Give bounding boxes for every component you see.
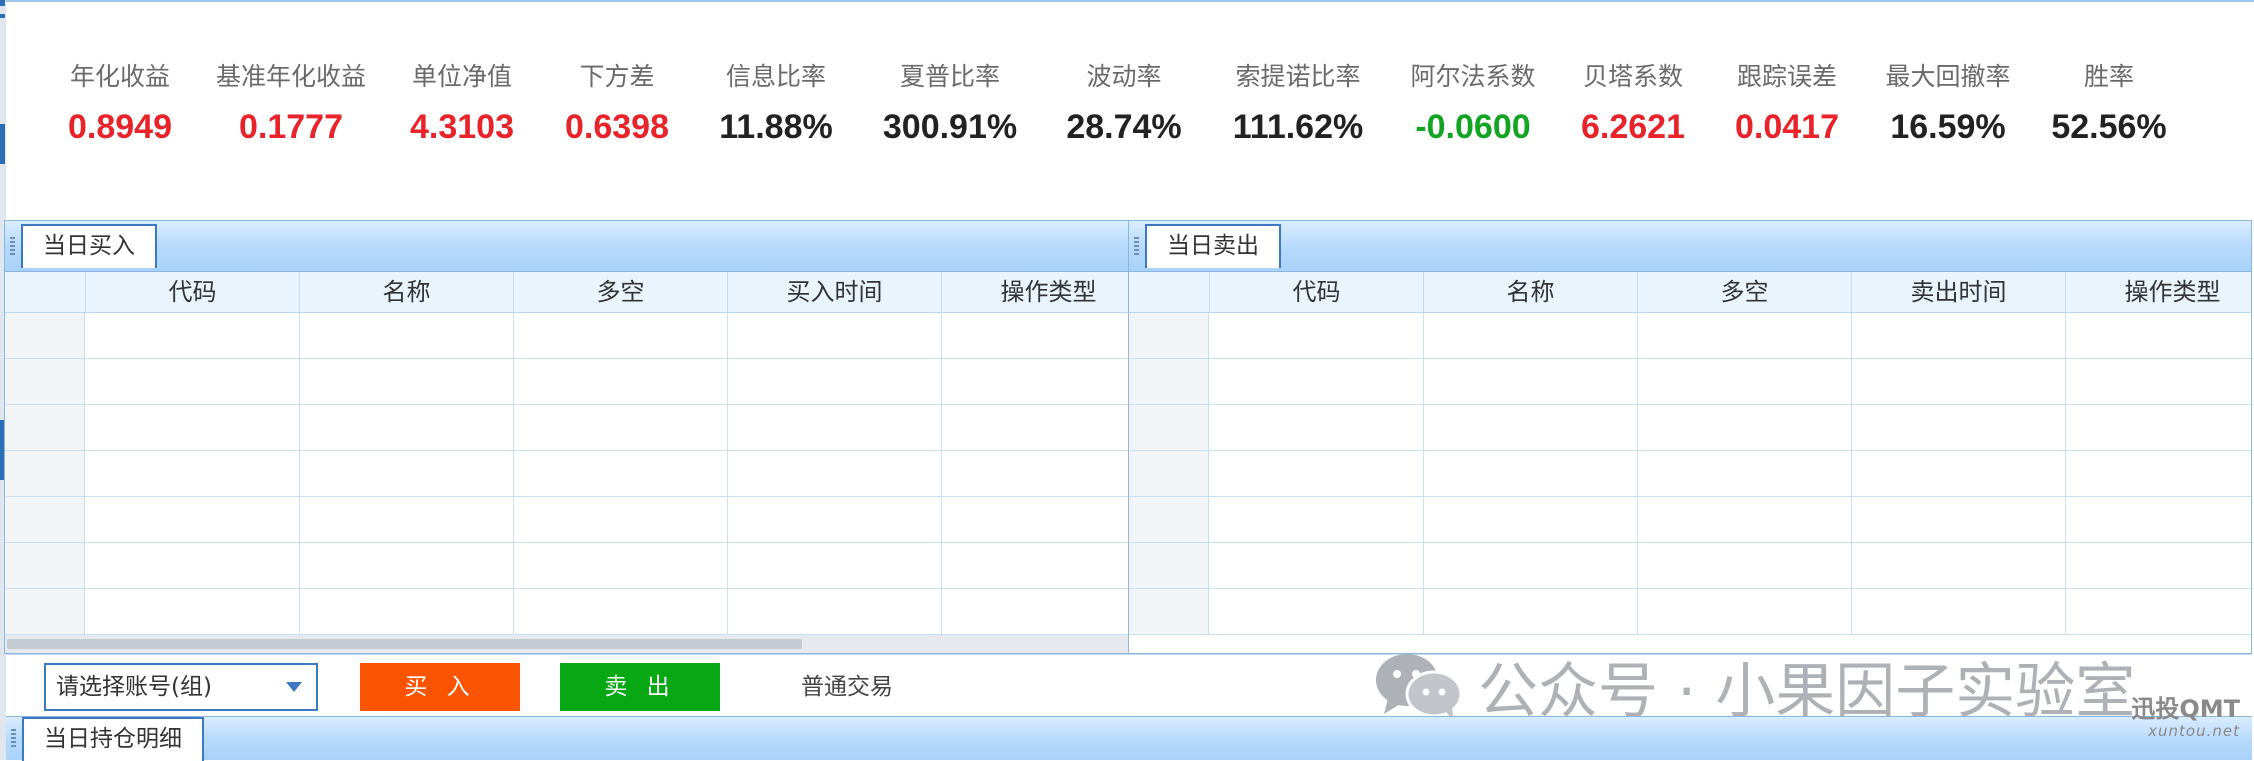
today-buy-panel: 当日买入 代码 名称 多空 买入时间 操作类型 <box>4 220 1129 654</box>
panel-header: 当日买入 <box>5 221 1128 272</box>
brand-name: 迅投QMT <box>2131 695 2240 723</box>
table-row[interactable] <box>1129 589 2251 635</box>
metric-value: 300.91% <box>882 108 1018 146</box>
metrics-summary: 年化收益 0.8949 基准年化收益 0.1777 单位净值 4.3103 下方… <box>6 2 2252 220</box>
metric-value: 0.0417 <box>1735 108 1839 146</box>
buy-button[interactable]: 买 入 <box>360 663 520 711</box>
column-header-direction[interactable]: 多空 <box>513 272 727 312</box>
trade-action-bar: 请选择账号(组) 买 入 卖 出 普通交易 公众号 · 小果因子实验室 <box>6 654 2252 727</box>
drag-grip-icon[interactable] <box>10 237 15 257</box>
trade-mode-label: 普通交易 <box>801 674 893 700</box>
account-select-placeholder: 请选择账号(组) <box>56 674 212 700</box>
row-header[interactable] <box>1129 359 1209 404</box>
table-header: 代码 名称 多空 买入时间 操作类型 <box>5 272 1128 313</box>
brand-logo: 迅投QMT xuntou.net <box>2131 696 2240 740</box>
today-holdings-panel: 当日持仓明细 <box>6 716 2252 761</box>
row-header[interactable] <box>1129 313 1209 358</box>
column-header-name[interactable]: 名称 <box>299 272 513 312</box>
table-row[interactable] <box>5 589 1128 635</box>
metric-value: 28.74% <box>1066 108 1182 146</box>
metric-label: 波动率 <box>1086 62 1162 91</box>
table-row[interactable] <box>5 359 1128 405</box>
dropdown-arrow-icon[interactable] <box>286 682 302 692</box>
metric-label: 信息比率 <box>725 62 826 91</box>
metric-label: 贝塔系数 <box>1582 62 1683 91</box>
metric-label: 单位净值 <box>411 62 512 91</box>
tab-today-buy[interactable]: 当日买入 <box>21 224 157 268</box>
row-header[interactable] <box>1129 543 1209 588</box>
table-row[interactable] <box>5 497 1128 543</box>
table-row[interactable] <box>1129 313 2251 359</box>
row-header[interactable] <box>1129 589 1209 634</box>
row-header[interactable] <box>5 405 85 450</box>
watermark: 公众号 · 小果因子实验室 <box>1374 654 2135 727</box>
column-header-name[interactable]: 名称 <box>1423 272 1637 312</box>
table-row[interactable] <box>5 543 1128 589</box>
wechat-icon <box>1376 654 1463 721</box>
tab-today-sell[interactable]: 当日卖出 <box>1145 224 1281 268</box>
metric-label: 下方差 <box>579 62 655 91</box>
metric-label: 基准年化收益 <box>215 62 366 91</box>
metric-value: 4.3103 <box>410 108 514 146</box>
table-row[interactable] <box>5 313 1128 359</box>
row-header[interactable] <box>5 497 85 542</box>
table-row[interactable] <box>5 405 1128 451</box>
row-header[interactable] <box>5 589 85 634</box>
metric-value: 16.59% <box>1890 108 2006 146</box>
column-header-buy-time[interactable]: 买入时间 <box>727 272 941 312</box>
sell-button[interactable]: 卖 出 <box>560 663 720 711</box>
column-header-sell-time[interactable]: 卖出时间 <box>1851 272 2065 312</box>
table-row[interactable] <box>5 451 1128 497</box>
drag-grip-icon[interactable] <box>11 729 16 749</box>
row-header[interactable] <box>1129 451 1209 496</box>
scrollbar-thumb[interactable] <box>7 639 802 649</box>
today-sell-panel: 当日卖出 代码 名称 多空 卖出时间 操作类型 <box>1128 220 2252 654</box>
tab-today-holdings[interactable]: 当日持仓明细 <box>22 717 204 761</box>
table-header: 代码 名称 多空 卖出时间 操作类型 <box>1129 272 2251 313</box>
table-body <box>5 313 1128 635</box>
column-header-code[interactable]: 代码 <box>85 272 299 312</box>
metric-label: 年化收益 <box>69 62 170 91</box>
metric-value: 6.2621 <box>1581 108 1685 146</box>
row-header[interactable] <box>5 543 85 588</box>
row-header[interactable] <box>5 359 85 404</box>
metric-value: 52.56% <box>2051 108 2167 146</box>
row-header[interactable] <box>1129 405 1209 450</box>
column-header-operation-type[interactable]: 操作类型 <box>941 272 1128 312</box>
metric-label: 夏普比率 <box>899 62 1000 91</box>
metric-value: 0.1777 <box>239 108 343 146</box>
metric-label: 索提诺比率 <box>1235 62 1361 91</box>
metric-label: 最大回撤率 <box>1885 62 2011 91</box>
table-row[interactable] <box>1129 497 2251 543</box>
horizontal-scrollbar[interactable] <box>5 635 1128 653</box>
metric-label: 跟踪误差 <box>1736 62 1837 91</box>
metric-value: 111.62% <box>1232 108 1364 146</box>
column-header-code[interactable]: 代码 <box>1209 272 1423 312</box>
table-row[interactable] <box>1129 543 2251 589</box>
metric-label: 胜率 <box>2083 62 2134 91</box>
row-header[interactable] <box>5 313 85 358</box>
drag-grip-icon[interactable] <box>1134 237 1139 257</box>
panel-header: 当日卖出 <box>1129 221 2251 272</box>
account-select[interactable]: 请选择账号(组) <box>44 663 318 711</box>
table-row[interactable] <box>1129 359 2251 405</box>
column-header-operation-type[interactable]: 操作类型 <box>2065 272 2251 312</box>
metric-value: 0.6398 <box>565 108 669 146</box>
brand-url: xuntou.net <box>2148 722 2240 740</box>
metric-label: 阿尔法系数 <box>1410 62 1536 91</box>
metric-value: 0.8949 <box>68 108 172 146</box>
column-header-direction[interactable]: 多空 <box>1637 272 1851 312</box>
row-header[interactable] <box>1129 497 1209 542</box>
table-body <box>1129 313 2251 635</box>
metric-value: 11.88% <box>719 108 833 146</box>
row-header[interactable] <box>5 451 85 496</box>
table-row[interactable] <box>1129 405 2251 451</box>
metric-value: -0.0600 <box>1415 108 1531 146</box>
table-row[interactable] <box>1129 451 2251 497</box>
